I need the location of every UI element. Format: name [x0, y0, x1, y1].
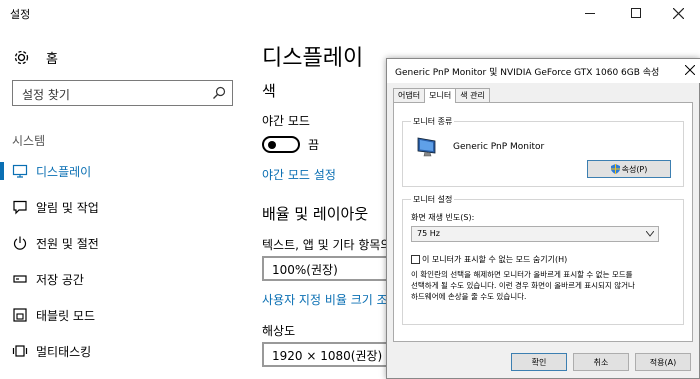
- sidebar-item-tablet[interactable]: 태블릿 모드: [0, 300, 245, 330]
- dialog-title: Generic PnP Monitor 및 NVIDIA GeForce GTX…: [395, 68, 660, 78]
- dialog-title-bar: Generic PnP Monitor 및 NVIDIA GeForce GTX…: [387, 59, 700, 83]
- sidebar-item-label: 태블릿 모드: [36, 309, 96, 323]
- night-mode-settings-link[interactable]: 야간 모드 설정: [262, 166, 336, 183]
- search-icon: [213, 86, 226, 99]
- active-indicator: [0, 162, 4, 180]
- chevron-down-icon: [646, 231, 654, 237]
- monitor-type-group: 모니터 종류 Generic PnP Monitor 속성(P): [402, 116, 684, 187]
- monitor-name: Generic PnP Monitor: [453, 142, 545, 152]
- night-mode-label: 야간 모드: [262, 114, 310, 128]
- apply-button[interactable]: 적용(A): [635, 353, 691, 371]
- sidebar-item-label: 디스플레이: [36, 165, 92, 179]
- button-label: 취소: [593, 357, 609, 367]
- close-button[interactable]: [656, 0, 700, 26]
- power-icon: [12, 235, 28, 251]
- refresh-rate-value: 75 Hz: [417, 229, 440, 238]
- tab-panel: 모니터 종류 Generic PnP Monitor 속성(P) 모니터 설정 …: [393, 102, 693, 342]
- scale-dropdown[interactable]: 100%(권장): [262, 256, 392, 281]
- multitask-icon: [12, 343, 28, 359]
- button-label: 속성(P): [621, 164, 648, 174]
- title-bar: 설정: [0, 0, 700, 26]
- sidebar-item-label: 알림 및 작업: [36, 201, 99, 215]
- layout-heading: 배율 및 레이아웃: [262, 205, 369, 223]
- monitor-properties-button[interactable]: 속성(P): [587, 160, 671, 178]
- ok-button[interactable]: 확인: [511, 353, 567, 371]
- tab-color-management[interactable]: 색 관리: [455, 88, 490, 102]
- color-heading: 색: [262, 82, 276, 100]
- sidebar-item-multitasking[interactable]: 멀티태스킹: [0, 336, 245, 366]
- tab-adapter[interactable]: 어댑터: [393, 88, 426, 102]
- hide-modes-label: 이 모니터가 표시할 수 없는 모드 숨기기(H): [422, 255, 568, 264]
- warning-line: 하드웨어에 손상을 줄 수도 있습니다.: [411, 292, 527, 301]
- refresh-rate-label: 화면 재생 빈도(S):: [411, 213, 475, 222]
- warning-line: 선택하게 될 수도 있습니다. 이런 경우 화면이 올바르게 표시되지 않거나: [411, 281, 635, 290]
- minimize-button[interactable]: [568, 0, 612, 26]
- resolution-dropdown[interactable]: 1920 × 1080(권장): [262, 342, 392, 367]
- maximize-button[interactable]: [614, 0, 658, 26]
- sidebar-item-label: 저장 공간: [36, 273, 84, 287]
- sidebar-item-display[interactable]: 디스플레이: [0, 156, 245, 186]
- warning-line: 이 확인란의 선택을 해제하면 모니터가 올바르게 표시할 수 없는 모드를: [411, 270, 633, 279]
- window-title: 설정: [10, 8, 31, 21]
- toggle-knob: [268, 141, 276, 149]
- tablet-icon: [12, 307, 28, 323]
- close-icon: [672, 7, 684, 19]
- notification-icon: [12, 199, 28, 215]
- search-placeholder: 설정 찾기: [22, 88, 70, 102]
- button-label: 적용(A): [649, 357, 677, 367]
- sidebar-item-label: 멀티태스킹: [36, 345, 92, 359]
- scale-label: 텍스트, 앱 및 기타 항목의: [262, 238, 392, 252]
- monitor-settings-group: 모니터 설정 화면 재생 빈도(S): 75 Hz 이 모니터가 표시할 수 없…: [402, 194, 684, 325]
- refresh-rate-select[interactable]: 75 Hz: [411, 226, 659, 242]
- home-label: 홈: [46, 52, 58, 67]
- section-label-system: 시스템: [12, 134, 46, 148]
- night-mode-toggle[interactable]: [262, 136, 300, 153]
- monitor-properties-dialog: Generic PnP Monitor 및 NVIDIA GeForce GTX…: [386, 58, 700, 379]
- sidebar-item-notifications[interactable]: 알림 및 작업: [0, 192, 245, 222]
- sidebar-item-storage[interactable]: 저장 공간: [0, 264, 245, 294]
- cancel-button[interactable]: 취소: [573, 353, 629, 371]
- monitor-icon: [12, 163, 28, 179]
- button-label: 확인: [531, 357, 547, 367]
- sidebar-item-label: 전원 및 절전: [36, 237, 99, 251]
- page-title: 디스플레이: [262, 46, 364, 71]
- shield-icon: [610, 164, 620, 174]
- search-input[interactable]: 설정 찾기: [12, 80, 233, 106]
- storage-icon: [12, 271, 28, 287]
- tab-monitor[interactable]: 모니터: [424, 88, 457, 103]
- night-mode-state: 끔: [308, 138, 320, 152]
- warning-text: 이 확인란의 선택을 해제하면 모니터가 올바르게 표시할 수 없는 모드를 선…: [411, 269, 635, 302]
- resolution-value: 1920 × 1080(권장): [272, 349, 383, 363]
- sidebar-item-power[interactable]: 전원 및 절전: [0, 228, 245, 258]
- resolution-label: 해상도: [262, 324, 296, 338]
- group-label: 모니터 설정: [411, 194, 455, 205]
- hide-modes-checkbox[interactable]: [411, 255, 420, 264]
- home-link[interactable]: 홈: [12, 48, 58, 67]
- group-label: 모니터 종류: [411, 116, 455, 127]
- gear-icon: [12, 49, 30, 67]
- monitor-icon: [417, 137, 436, 157]
- scale-value: 100%(권장): [272, 263, 338, 277]
- sidebar: 홈 설정 찾기 시스템 디스플레이 알림 및 작업 전원 및 절전 저장 공간 …: [0, 26, 245, 379]
- close-icon[interactable]: [685, 65, 695, 75]
- custom-scale-link[interactable]: 사용자 지정 비율 크기 조: [262, 291, 388, 308]
- dialog-tabs: 어댑터 모니터 색 관리: [393, 88, 490, 103]
